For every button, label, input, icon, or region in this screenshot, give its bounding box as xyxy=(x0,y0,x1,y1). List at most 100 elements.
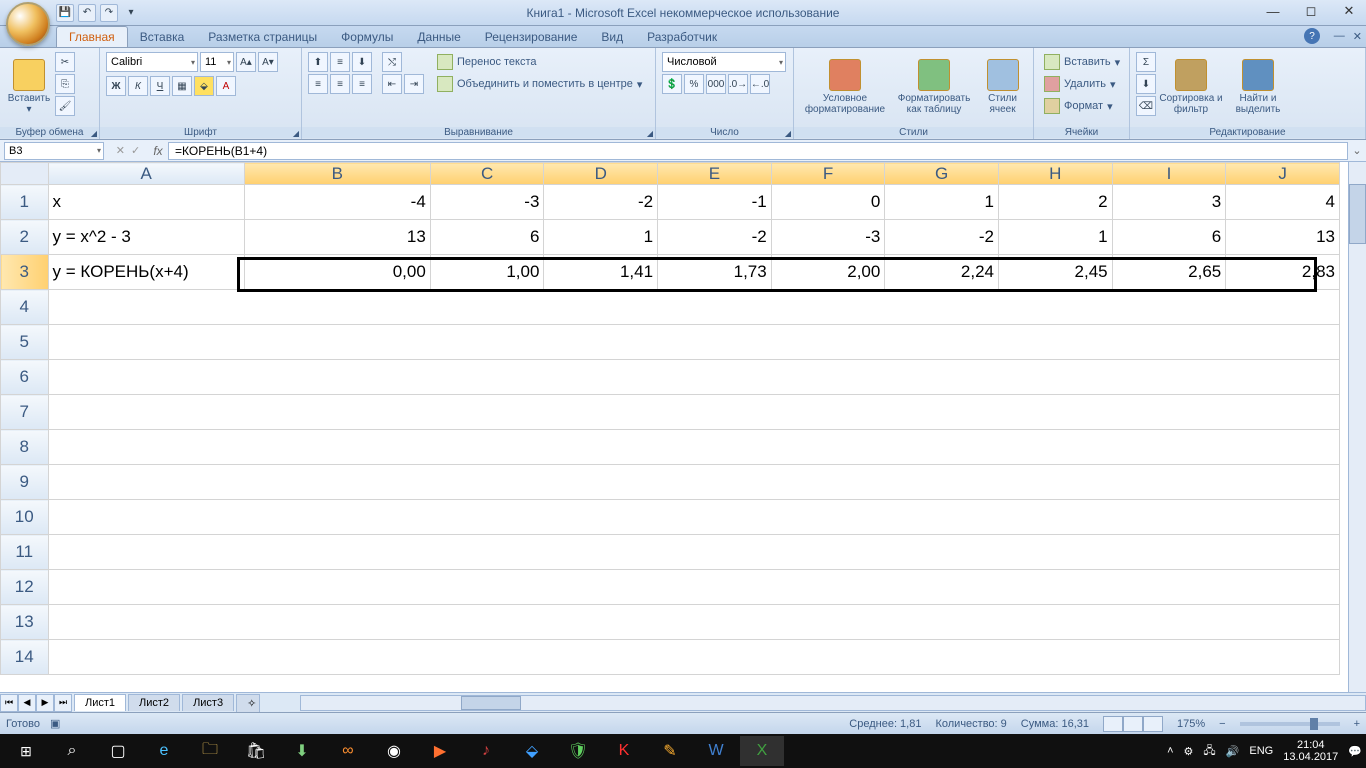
row-header-7[interactable]: 7 xyxy=(1,395,49,430)
sheet-nav-prev-icon[interactable]: ◀ xyxy=(18,694,36,712)
decrease-decimal-icon[interactable]: ←.0 xyxy=(750,74,770,94)
tab-home[interactable]: Главная xyxy=(56,26,128,47)
excel-icon[interactable]: X xyxy=(740,736,784,766)
italic-button[interactable]: К xyxy=(128,76,148,96)
cell[interactable]: -2 xyxy=(544,185,658,220)
close-button[interactable]: ✕ xyxy=(1336,2,1362,20)
formula-input[interactable]: =КОРЕНЬ(B1+4) xyxy=(168,142,1348,160)
bold-button[interactable]: Ж xyxy=(106,76,126,96)
cell[interactable] xyxy=(48,290,1339,325)
increase-indent-icon[interactable]: ⇥ xyxy=(404,74,424,94)
fx-icon[interactable]: fx xyxy=(148,144,168,158)
horizontal-scrollbar[interactable] xyxy=(300,695,1366,711)
cancel-formula-icon[interactable]: ✕ xyxy=(116,144,125,157)
language-indicator[interactable]: ENG xyxy=(1249,745,1273,757)
number-dialog-icon[interactable]: ◢ xyxy=(785,129,791,138)
alignment-dialog-icon[interactable]: ◢ xyxy=(647,129,653,138)
cell[interactable]: -2 xyxy=(658,220,772,255)
cell[interactable]: 13 xyxy=(1226,220,1340,255)
currency-icon[interactable]: 💲 xyxy=(662,74,682,94)
col-header-d[interactable]: D xyxy=(544,163,658,185)
name-box[interactable]: B3 xyxy=(4,142,104,160)
cell[interactable]: y = КОРЕНЬ(x+4) xyxy=(48,255,244,290)
cell[interactable]: x xyxy=(48,185,244,220)
formula-expand-icon[interactable]: ⌄ xyxy=(1348,144,1366,157)
row-header-9[interactable]: 9 xyxy=(1,465,49,500)
cell[interactable]: 1 xyxy=(544,220,658,255)
select-all-corner[interactable] xyxy=(1,163,49,185)
number-format-combo[interactable]: Числовой xyxy=(662,52,786,72)
col-header-f[interactable]: F xyxy=(771,163,885,185)
col-header-a[interactable]: A xyxy=(48,163,244,185)
wrap-text-button[interactable]: Перенос текста xyxy=(433,52,646,72)
cells-delete-button[interactable]: Удалить ▾ xyxy=(1040,74,1120,94)
tab-developer[interactable]: Разработчик xyxy=(635,27,729,47)
row-header-1[interactable]: 1 xyxy=(1,185,49,220)
grow-font-icon[interactable]: A▴ xyxy=(236,52,256,72)
store-icon[interactable]: 🛍 xyxy=(234,736,278,766)
fill-color-icon[interactable]: ⬙ xyxy=(194,76,214,96)
ribbon-minimize-icon[interactable]: — xyxy=(1334,30,1345,43)
cell-styles-button[interactable]: Стили ячеек xyxy=(978,52,1027,122)
vertical-scrollbar[interactable] xyxy=(1348,162,1366,692)
sheet-nav-last-icon[interactable]: ⏭ xyxy=(54,694,72,712)
cell[interactable] xyxy=(48,570,1339,605)
app-icon[interactable]: ∞ xyxy=(326,736,370,766)
cell[interactable]: 2,00 xyxy=(771,255,885,290)
cell[interactable]: -2 xyxy=(885,220,999,255)
font-dialog-icon[interactable]: ◢ xyxy=(293,129,299,138)
cell[interactable]: 2,83 xyxy=(1226,255,1340,290)
view-layout-icon[interactable] xyxy=(1123,716,1143,732)
row-header-10[interactable]: 10 xyxy=(1,500,49,535)
cell[interactable]: -4 xyxy=(244,185,430,220)
new-sheet-button[interactable]: ✧ xyxy=(236,694,260,712)
office-button[interactable] xyxy=(6,2,50,46)
help-icon[interactable]: ? xyxy=(1304,28,1320,44)
task-view-icon[interactable]: ▢ xyxy=(96,736,140,766)
col-header-e[interactable]: E xyxy=(658,163,772,185)
cell[interactable]: 3 xyxy=(1112,185,1226,220)
font-size-combo[interactable]: 11 xyxy=(200,52,234,72)
zoom-in-icon[interactable]: + xyxy=(1354,718,1360,730)
font-family-combo[interactable]: Calibri xyxy=(106,52,198,72)
row-header-8[interactable]: 8 xyxy=(1,430,49,465)
row-header-2[interactable]: 2 xyxy=(1,220,49,255)
maximize-button[interactable]: ◻ xyxy=(1298,2,1324,20)
row-header-12[interactable]: 12 xyxy=(1,570,49,605)
format-table-button[interactable]: Форматировать как таблицу xyxy=(893,52,975,122)
cell[interactable] xyxy=(48,465,1339,500)
cell[interactable]: 2,45 xyxy=(998,255,1112,290)
scrollbar-thumb[interactable] xyxy=(461,696,521,710)
decrease-indent-icon[interactable]: ⇤ xyxy=(382,74,402,94)
cell[interactable] xyxy=(48,360,1339,395)
paste-button[interactable]: Вставить▾ xyxy=(6,52,52,122)
cells-format-button[interactable]: Формат ▾ xyxy=(1040,96,1117,116)
cell[interactable] xyxy=(48,535,1339,570)
clock[interactable]: 21:04 13.04.2017 xyxy=(1283,739,1338,763)
comma-icon[interactable]: 000 xyxy=(706,74,726,94)
font-color-icon[interactable]: A xyxy=(216,76,236,96)
enter-formula-icon[interactable]: ✓ xyxy=(131,144,140,157)
copy-icon[interactable]: ⎘ xyxy=(55,74,75,94)
align-top-icon[interactable]: ⬆ xyxy=(308,52,328,72)
sheet-tab-2[interactable]: Лист2 xyxy=(128,694,180,711)
row-header-14[interactable]: 14 xyxy=(1,640,49,675)
row-header-6[interactable]: 6 xyxy=(1,360,49,395)
col-header-i[interactable]: I xyxy=(1112,163,1226,185)
col-header-h[interactable]: H xyxy=(998,163,1112,185)
shrink-font-icon[interactable]: A▾ xyxy=(258,52,278,72)
save-icon[interactable]: 💾 xyxy=(56,4,74,22)
border-icon[interactable]: ▦ xyxy=(172,76,192,96)
tray-chevron-icon[interactable]: ˄ xyxy=(1167,745,1173,757)
merge-center-button[interactable]: Объединить и поместить в центре ▾ xyxy=(433,74,646,94)
row-header-11[interactable]: 11 xyxy=(1,535,49,570)
align-middle-icon[interactable]: ≡ xyxy=(330,52,350,72)
word-icon[interactable]: W xyxy=(694,736,738,766)
zoom-out-icon[interactable]: − xyxy=(1219,718,1225,730)
cell[interactable] xyxy=(48,640,1339,675)
cell[interactable]: -1 xyxy=(658,185,772,220)
volume-icon[interactable]: 🔊 xyxy=(1226,745,1240,758)
zoom-thumb[interactable] xyxy=(1310,718,1318,730)
orientation-icon[interactable]: ⤭ xyxy=(382,52,402,72)
view-pagebreak-icon[interactable] xyxy=(1143,716,1163,732)
